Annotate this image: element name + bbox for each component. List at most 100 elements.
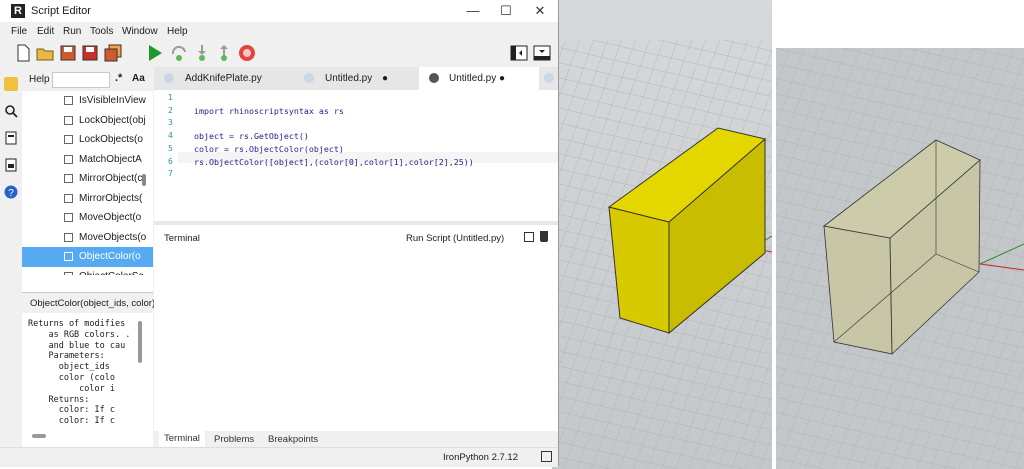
toggle-bottom-panel-icon[interactable]	[533, 44, 551, 62]
tab-terminal[interactable]: Terminal	[159, 431, 205, 447]
python-file-icon	[164, 73, 174, 83]
menu-help[interactable]: Help	[167, 26, 188, 37]
rhino-logo-icon: R	[11, 4, 25, 18]
save-all-icon[interactable]	[104, 44, 122, 62]
editor-tab-bar: AddKnifePlate.py Untitled.py ● Untitled.…	[154, 67, 558, 90]
menu-tools[interactable]: Tools	[90, 26, 113, 37]
stop-icon[interactable]	[238, 44, 256, 62]
cube-icon	[64, 96, 73, 105]
help-list-item[interactable]: MoveObjects(o	[22, 228, 153, 248]
minimize-button[interactable]: —	[456, 0, 490, 22]
tab-problems[interactable]: Problems	[214, 434, 254, 445]
tab-breakpoints[interactable]: Breakpoints	[268, 434, 318, 445]
help-icon[interactable]: ?	[4, 185, 18, 199]
help-list-item[interactable]: MoveObject(o	[22, 208, 153, 228]
run-script-label: Run Script (Untitled.py)	[406, 233, 505, 244]
tab-untitled-2[interactable]: Untitled.py ●	[419, 67, 539, 90]
cube-icon	[64, 154, 73, 164]
python-file-icon	[429, 73, 439, 83]
doc-line: Parameters:	[28, 351, 105, 362]
help-documentation: Returns of modifies as RGB colors. . and…	[22, 313, 153, 447]
script-editor-window: R Script Editor — ☐ ✕ File Edit Run Tool…	[0, 0, 559, 467]
cube-icon	[64, 213, 73, 222]
help-item-label: LockObject(obj	[79, 114, 146, 126]
run-icon[interactable]	[146, 44, 164, 62]
line-number: 1	[168, 93, 173, 102]
line-number: 6	[168, 156, 173, 166]
function-signature: ObjectColor(object_ids, color)	[30, 298, 156, 309]
status-bar: IronPython 2.7.12	[0, 447, 558, 467]
help-list-item[interactable]: MatchObjectA	[22, 150, 153, 170]
cube-icon	[64, 232, 73, 242]
line-number-gutter: 1 2 3 4 5 6 7	[154, 90, 178, 221]
save-as-icon[interactable]	[81, 44, 99, 62]
help-item-label: MirrorObject(c	[79, 173, 143, 184]
bottom-panel-tabs: Terminal Problems Breakpoints	[154, 431, 558, 447]
help-list-item[interactable]: MirrorObjects(	[22, 189, 153, 209]
tab-untitled-1[interactable]: Untitled.py ●	[294, 67, 419, 90]
viewport-perspective-right[interactable]	[776, 48, 1024, 469]
help-label: Help	[29, 74, 50, 85]
doc-horizontal-scrollbar[interactable]	[32, 434, 46, 438]
title-bar[interactable]: R Script Editor — ☐ ✕	[0, 0, 558, 22]
doc-line: Returns:	[28, 394, 90, 405]
match-case-toggle[interactable]: Aa	[132, 73, 145, 84]
help-list-item[interactable]: LockObject(obj	[22, 111, 153, 131]
open-folder-icon[interactable]	[36, 44, 54, 62]
python-file-icon	[304, 73, 314, 83]
menu-window[interactable]: Window	[122, 26, 158, 37]
help-item-label: MoveObject(o	[79, 212, 142, 223]
step-over-icon[interactable]	[170, 44, 188, 62]
step-out-icon[interactable]	[215, 44, 233, 62]
copy-icon[interactable]	[524, 232, 534, 242]
help-search-input[interactable]	[52, 72, 110, 88]
trash-icon[interactable]	[540, 231, 548, 242]
doc-scrollbar[interactable]	[138, 321, 142, 363]
code-line: color = rs.ObjectColor(object)	[194, 143, 344, 154]
toggle-left-panel-icon[interactable]	[510, 44, 528, 62]
step-into-icon[interactable]	[193, 44, 211, 62]
new-file-icon[interactable]	[14, 44, 32, 62]
tab-addknifeplate[interactable]: AddKnifePlate.py	[154, 67, 294, 90]
line-number: 3	[168, 118, 173, 128]
help-list-item[interactable]: MirrorObject(c	[22, 169, 153, 189]
menu-run[interactable]: Run	[63, 26, 81, 37]
help-list-item[interactable]: IsVisibleInView	[22, 91, 153, 111]
svg-text:?: ?	[8, 188, 14, 199]
menu-edit[interactable]: Edit	[37, 26, 54, 37]
line-number: 5	[168, 143, 173, 153]
line-number: 2	[168, 105, 173, 115]
viewport-perspective-left[interactable]	[552, 0, 772, 469]
tab-overflow[interactable]	[539, 67, 558, 90]
python-file-icon[interactable]	[4, 158, 18, 172]
doc-line: and blue to cau	[28, 340, 126, 351]
toolbar	[0, 41, 558, 67]
cube-icon	[64, 174, 73, 183]
regex-toggle[interactable]: .*	[115, 72, 122, 84]
window-title: Script Editor	[31, 5, 91, 17]
panel-icon[interactable]	[541, 451, 552, 462]
folder-icon[interactable]	[4, 77, 18, 91]
close-button[interactable]: ✕	[523, 0, 557, 22]
viewport-grid-left	[552, 40, 772, 469]
doc-line: color: If c	[28, 405, 115, 416]
doc-line: object_ids	[28, 362, 110, 373]
document-icon[interactable]	[4, 131, 18, 145]
modified-indicator: ●	[499, 73, 506, 84]
terminal-panel[interactable]: Terminal Run Script (Untitled.py)	[154, 225, 558, 431]
help-search-bar: Help .* Aa	[22, 67, 153, 91]
help-list-item[interactable]: ObjectColor(o	[22, 247, 153, 267]
save-icon[interactable]	[59, 44, 77, 62]
line-number: 7	[168, 169, 173, 179]
viewport-grid-right	[776, 48, 1024, 469]
help-item-label: ObjectColor(o	[79, 251, 141, 262]
code-editor[interactable]: 1 2 3 4 5 6 7 import rhinoscriptsyntax as rs ob…	[154, 90, 558, 221]
search-icon[interactable]	[4, 104, 18, 118]
cube-icon	[64, 252, 73, 261]
menu-file[interactable]: File	[11, 26, 27, 37]
help-list-item[interactable]: LockObjects(o	[22, 130, 153, 150]
help-list-item[interactable]: ObjectColorSc	[22, 267, 153, 275]
help-list-scrollbar[interactable]	[142, 174, 146, 186]
line-number: 4	[168, 131, 173, 141]
maximize-button[interactable]: ☐	[489, 0, 523, 22]
